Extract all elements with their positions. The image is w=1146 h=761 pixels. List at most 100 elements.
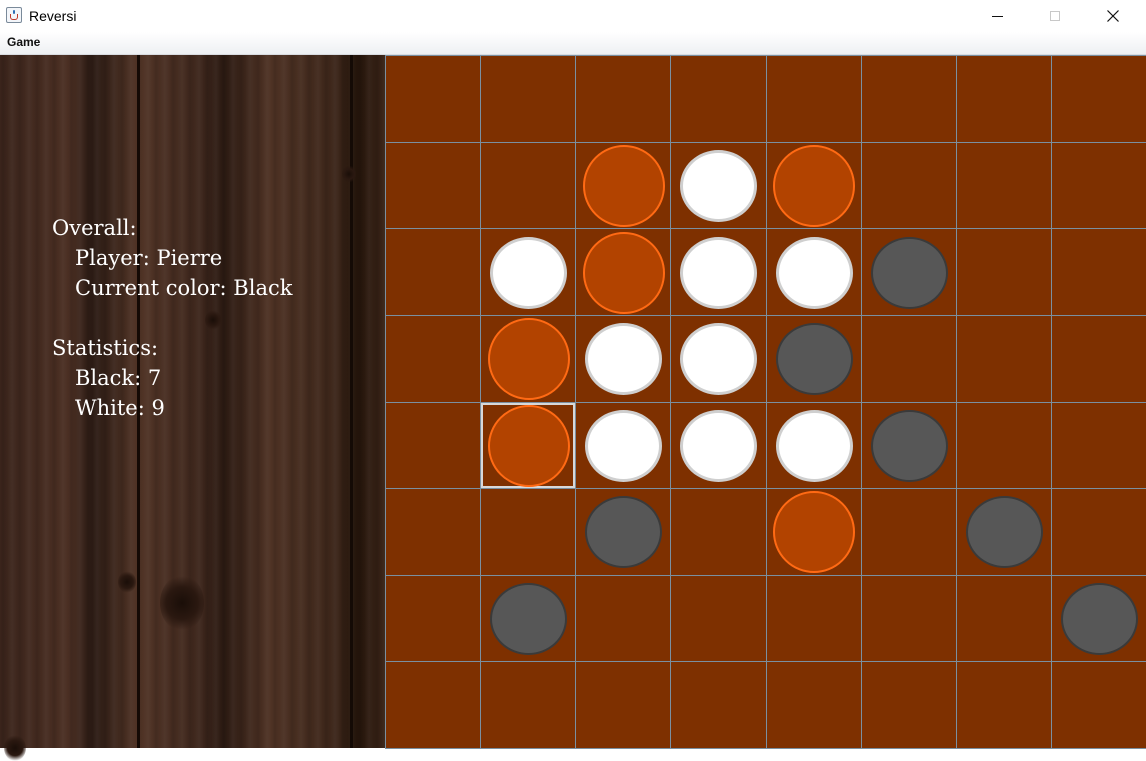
board-cell[interactable]: [860, 661, 957, 749]
board-cell[interactable]: [860, 401, 957, 490]
minimize-button[interactable]: [974, 0, 1020, 32]
board-cell[interactable]: [575, 141, 672, 230]
window-title: Reversi: [29, 8, 77, 24]
board-cell[interactable]: [860, 228, 957, 316]
black-disc: [585, 496, 663, 569]
board-cell[interactable]: [860, 574, 957, 663]
current-color: Current color: Black: [75, 276, 293, 300]
board-cell[interactable]: [955, 314, 1052, 403]
plank-seam: [350, 55, 353, 748]
board-cell[interactable]: [670, 141, 767, 230]
black-disc: [870, 236, 948, 309]
black-disc: [1060, 583, 1138, 656]
board-cell[interactable]: [385, 661, 482, 749]
board-cell[interactable]: [765, 314, 862, 403]
board-cell[interactable]: [860, 488, 957, 576]
board-cell[interactable]: [480, 488, 577, 576]
board-cell[interactable]: [575, 574, 672, 663]
board-cell[interactable]: [480, 228, 577, 316]
valid-move-marker: [773, 491, 856, 574]
overall-heading: Overall:: [52, 216, 137, 240]
board-cell[interactable]: [670, 574, 767, 663]
board-cell[interactable]: [860, 314, 957, 403]
wood-knot: [4, 735, 26, 761]
cup-mark: [10, 14, 18, 20]
board-cell[interactable]: [1050, 228, 1146, 316]
white-disc: [585, 409, 663, 482]
menu-bar: Game: [0, 32, 1146, 55]
board-cell[interactable]: [575, 55, 672, 143]
white-disc: [680, 323, 758, 396]
valid-move-marker: [487, 404, 570, 487]
board-cell[interactable]: [955, 661, 1052, 749]
black-disc: [870, 409, 948, 482]
board-cell[interactable]: [575, 314, 672, 403]
maximize-button[interactable]: [1032, 0, 1078, 32]
board-cell[interactable]: [480, 314, 577, 403]
board-cell[interactable]: [385, 141, 482, 230]
wood-knot: [160, 575, 204, 631]
board-cell[interactable]: [765, 228, 862, 316]
board-cell[interactable]: [480, 574, 577, 663]
board-cell[interactable]: [670, 314, 767, 403]
board-cell[interactable]: [480, 141, 577, 230]
board-cell[interactable]: [670, 661, 767, 749]
board-cell-selected[interactable]: [480, 401, 577, 490]
board-cell[interactable]: [955, 574, 1052, 663]
white-disc: [680, 149, 758, 222]
board-cell[interactable]: [670, 228, 767, 316]
board-cell[interactable]: [955, 141, 1052, 230]
board-cell[interactable]: [1050, 661, 1146, 749]
board-cell[interactable]: [575, 228, 672, 316]
close-button[interactable]: [1090, 0, 1136, 32]
board-cell[interactable]: [385, 488, 482, 576]
player-name: Player: Pierre: [75, 246, 223, 270]
white-disc: [775, 236, 853, 309]
board-cell[interactable]: [385, 574, 482, 663]
board-cell[interactable]: [480, 661, 577, 749]
board-cell[interactable]: [385, 55, 482, 143]
board-cell[interactable]: [765, 141, 862, 230]
menu-game[interactable]: Game: [7, 35, 40, 49]
board-cell[interactable]: [1050, 401, 1146, 490]
maximize-icon: [1050, 11, 1060, 21]
board-cell[interactable]: [765, 488, 862, 576]
board-cell[interactable]: [1050, 141, 1146, 230]
board-cell[interactable]: [1050, 574, 1146, 663]
board-cell[interactable]: [575, 661, 672, 749]
board-cell[interactable]: [480, 55, 577, 143]
board-cell[interactable]: [385, 314, 482, 403]
board-cell[interactable]: [575, 401, 672, 490]
reversi-board: [385, 55, 1146, 749]
statistics-heading: Statistics:: [52, 336, 159, 360]
valid-move-marker: [773, 144, 856, 227]
board-cell[interactable]: [860, 141, 957, 230]
board-cell[interactable]: [1050, 314, 1146, 403]
board-cell[interactable]: [765, 661, 862, 749]
white-disc: [680, 409, 758, 482]
board-cell[interactable]: [765, 55, 862, 143]
board-cell[interactable]: [955, 401, 1052, 490]
board-cell[interactable]: [385, 228, 482, 316]
board-cell[interactable]: [1050, 488, 1146, 576]
wood-knot: [118, 571, 136, 593]
white-disc: [585, 323, 663, 396]
black-disc: [965, 496, 1043, 569]
board-cell[interactable]: [670, 55, 767, 143]
black-disc: [490, 583, 568, 656]
board-cell[interactable]: [955, 228, 1052, 316]
board-cell[interactable]: [765, 401, 862, 490]
close-icon: [1107, 10, 1119, 22]
board-cell[interactable]: [955, 488, 1052, 576]
board-cell[interactable]: [765, 574, 862, 663]
board-cell[interactable]: [670, 488, 767, 576]
board-cell[interactable]: [955, 55, 1052, 143]
board-cell[interactable]: [1050, 55, 1146, 143]
board-cell[interactable]: [860, 55, 957, 143]
valid-move-marker: [582, 231, 665, 314]
board-cell[interactable]: [575, 488, 672, 576]
board-cell[interactable]: [670, 401, 767, 490]
board-cell[interactable]: [385, 401, 482, 490]
black-disc: [775, 323, 853, 396]
